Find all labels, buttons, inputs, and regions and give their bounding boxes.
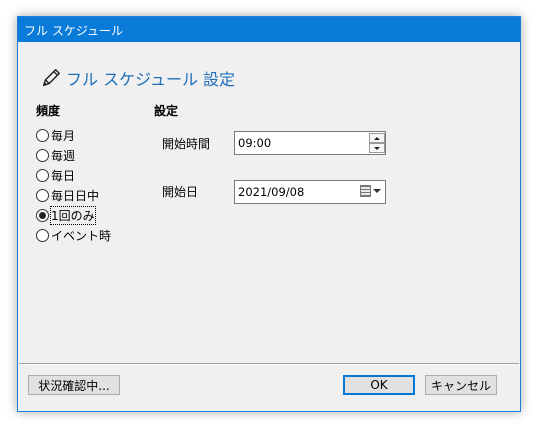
radio-monthly[interactable]: 毎月	[36, 126, 75, 144]
radio-weekly[interactable]: 毎週	[36, 146, 75, 164]
radio-circle[interactable]	[36, 148, 49, 162]
start-time-label: 開始時間	[162, 137, 211, 151]
footer-divider	[19, 363, 519, 365]
frequency-label: 頻度	[36, 104, 61, 118]
radio-circle-checked[interactable]	[36, 208, 49, 222]
radio-circle[interactable]	[36, 188, 49, 202]
title-bar[interactable]: フル スケジュール	[18, 17, 520, 42]
pencil-icon	[42, 69, 60, 87]
radio-daily[interactable]: 毎日	[36, 166, 75, 184]
radio-daily-daytime[interactable]: 毎日日中	[36, 186, 99, 204]
ok-button[interactable]: OK	[343, 375, 415, 395]
radio-circle[interactable]	[36, 128, 49, 142]
cancel-button[interactable]: キャンセル	[425, 375, 497, 395]
radio-label: 毎月	[51, 128, 76, 143]
settings-label: 設定	[154, 104, 179, 118]
spin-down-button[interactable]	[369, 143, 385, 153]
radio-label: 1回のみ	[50, 205, 96, 225]
schedule-dialog: フル スケジュール フル スケジュール 設定 頻度 設定 毎月 毎週 毎日 毎日…	[17, 16, 521, 412]
radio-circle[interactable]	[36, 168, 49, 182]
status-check-button[interactable]: 状況確認中...	[28, 375, 120, 395]
heading-text: フル スケジュール 設定	[66, 70, 236, 89]
radio-label: イベント時	[51, 228, 112, 243]
radio-once[interactable]: 1回のみ	[36, 205, 96, 225]
arrow-up-icon	[374, 136, 380, 140]
arrow-down-icon	[374, 146, 380, 150]
chevron-down-icon	[373, 189, 381, 193]
spin-up-button[interactable]	[369, 133, 385, 143]
radio-event[interactable]: イベント時	[36, 226, 111, 244]
radio-circle[interactable]	[36, 228, 49, 242]
start-date-picker[interactable]: 2021/09/08	[234, 180, 386, 204]
time-spinner[interactable]	[369, 133, 385, 153]
window-title: フル スケジュール	[24, 24, 123, 38]
date-dropdown-button[interactable]	[360, 185, 381, 197]
start-date-value: 2021/09/08	[238, 185, 305, 199]
start-time-value: 09:00	[238, 136, 272, 150]
radio-label: 毎日日中	[51, 188, 100, 203]
start-time-input[interactable]: 09:00	[234, 131, 386, 155]
radio-label: 毎日	[51, 168, 76, 183]
radio-label: 毎週	[51, 148, 76, 163]
dialog-heading: フル スケジュール 設定	[40, 66, 235, 90]
start-date-label: 開始日	[162, 185, 199, 199]
calendar-icon	[360, 185, 371, 197]
